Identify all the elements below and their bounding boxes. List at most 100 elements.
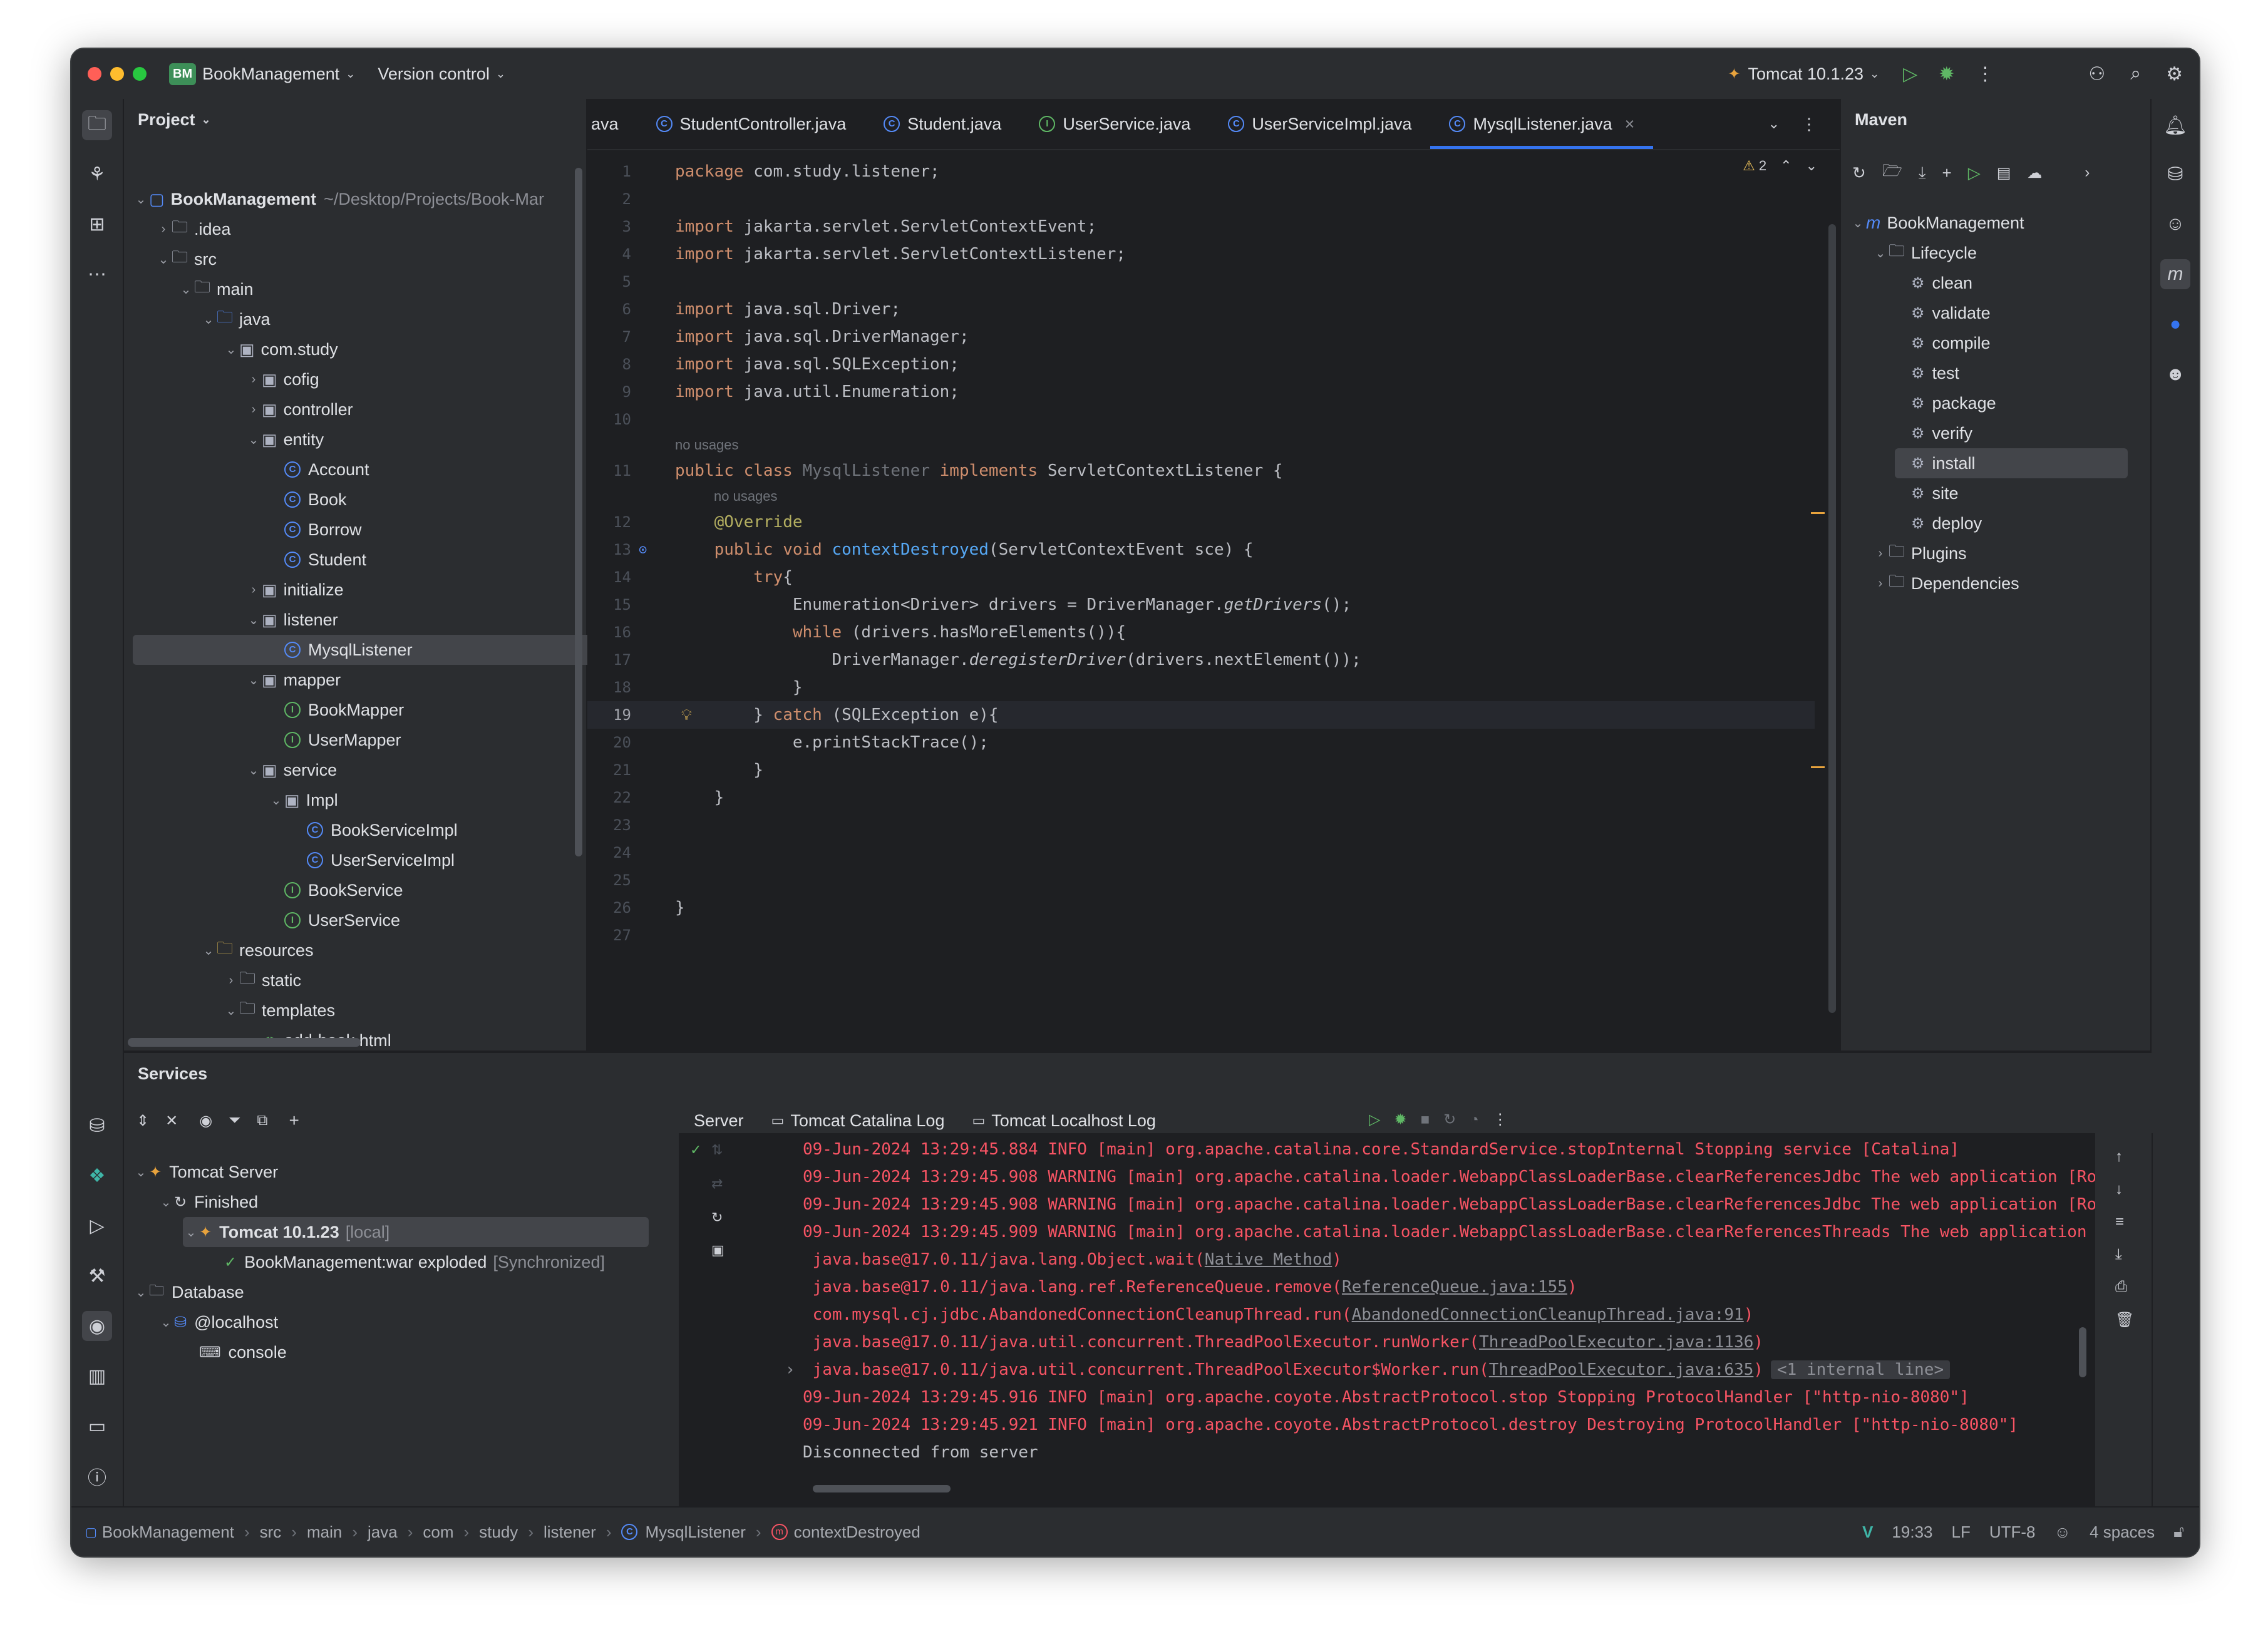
code-line[interactable]: 9 import java.util.Enumeration;: [587, 378, 1815, 406]
chevron-down-icon[interactable]: ⌄: [200, 312, 217, 327]
copilot-icon[interactable]: ☺: [2160, 209, 2190, 239]
code-hint[interactable]: no usages: [714, 485, 778, 508]
code-line[interactable]: 5: [587, 268, 1815, 295]
chevron-right-icon[interactable]: ›: [1872, 577, 1889, 591]
new-tab-icon[interactable]: ⧉: [257, 1112, 267, 1129]
code-line[interactable]: 16 while (drivers.hasMoreElements()){: [587, 619, 1815, 646]
editor-scrollbar[interactable]: [1828, 224, 1836, 1013]
project-switcher[interactable]: BM BookManagement ⌄: [169, 63, 355, 85]
tree-item[interactable]: › ▣ initialize: [245, 575, 344, 605]
expand-fold-icon[interactable]: ›: [785, 1360, 795, 1379]
log-line[interactable]: java.base@17.0.11/java.lang.ref.Referenc…: [733, 1273, 1577, 1301]
maven-goal[interactable]: ⚙ verify: [1895, 418, 1972, 448]
chevron-down-icon[interactable]: ⌄: [133, 192, 149, 207]
tree-item[interactable]: ⌄ ▣ entity: [245, 424, 324, 455]
vertical-scrollbar[interactable]: [575, 168, 582, 856]
maven-node[interactable]: › 🗀︎ Dependencies: [1872, 568, 2019, 598]
deploy-icon[interactable]: ⇅: [711, 1142, 723, 1158]
code-line[interactable]: 13 public void contextDestroyed(ServletC…: [587, 536, 1815, 563]
stop-icon[interactable]: ■: [1421, 1111, 1430, 1129]
expand-all-icon[interactable]: ⇕: [137, 1112, 149, 1130]
download-icon[interactable]: ⤓: [1919, 163, 1926, 183]
code-line[interactable]: 4 import jakarta.servlet.ServletContextLi…: [587, 240, 1815, 268]
terminal-tool-icon[interactable]: ▭: [82, 1411, 112, 1441]
run-server-icon[interactable]: ▷: [1369, 1111, 1380, 1129]
chevron-right-icon[interactable]: ›: [223, 973, 239, 988]
soft-wrap-icon[interactable]: ≡: [2115, 1213, 2124, 1231]
open-log-icon[interactable]: ▣: [711, 1242, 724, 1258]
maven-goal[interactable]: ⚙ install: [1895, 448, 2128, 478]
project-tool-icon[interactable]: 🗀: [82, 110, 112, 140]
build-tool-icon[interactable]: ⚒: [82, 1261, 112, 1291]
view-options-icon[interactable]: ◉: [199, 1112, 212, 1130]
chevron-down-icon[interactable]: ⌄: [245, 612, 262, 628]
usage-hint[interactable]: no usages: [675, 437, 739, 453]
log-line[interactable]: Disconnected from server: [733, 1439, 1038, 1466]
problems-tool-icon[interactable]: ⓘ: [82, 1461, 112, 1491]
code-line[interactable]: 26}: [587, 894, 1815, 922]
code-line[interactable]: 12 @Override: [587, 508, 1815, 536]
tree-item[interactable]: C UserServiceImpl: [291, 845, 455, 875]
tree-item[interactable]: ⌄ ▢ BookManagement ~/Desktop/Projects/Book-…: [133, 184, 544, 214]
maven-goal[interactable]: ⚙ clean: [1895, 268, 1972, 298]
code-hint[interactable]: no usages: [675, 433, 739, 457]
tree-item[interactable]: C Account: [268, 455, 369, 485]
add-service-icon[interactable]: +: [289, 1111, 299, 1131]
code-line[interactable]: 19 } catch (SQLException e){💡︎: [587, 701, 1815, 729]
run-maven-icon[interactable]: ▷: [1968, 163, 1981, 183]
tree-item[interactable]: ⌄ 🗀︎ main: [178, 274, 254, 304]
gpt-icon[interactable]: ☻: [2160, 359, 2190, 389]
breadcrumb-item[interactable]: listener: [544, 1523, 596, 1542]
scroll-to-end-icon[interactable]: ⤓: [2115, 1246, 2122, 1263]
breadcrumb-item[interactable]: study: [479, 1523, 518, 1542]
tree-item[interactable]: ⌄ ▣ listener: [245, 605, 338, 635]
plugin-tool-icon[interactable]: ❖: [82, 1161, 112, 1191]
warning-stripe[interactable]: [1811, 512, 1825, 514]
breadcrumb-item[interactable]: java: [368, 1523, 398, 1542]
reload-icon[interactable]: ↻: [1852, 163, 1866, 183]
more-icon[interactable]: ⋮: [1493, 1111, 1508, 1129]
code-line[interactable]: 15 Enumeration<Driver> drivers = DriverM…: [587, 591, 1815, 619]
code-line[interactable]: 18 }: [587, 674, 1815, 701]
code-line[interactable]: 8 import java.sql.SQLException;: [587, 351, 1815, 378]
maven-goal[interactable]: ⚙ deploy: [1895, 508, 1982, 538]
settings-icon[interactable]: ⚙: [2166, 63, 2183, 85]
more-icon[interactable]: ⋮: [1976, 63, 1994, 85]
tree-item[interactable]: ⌄ ▣ mapper: [245, 665, 341, 695]
chevron-down-icon[interactable]: ⌄: [223, 342, 239, 357]
code-line[interactable]: 25: [587, 866, 1815, 894]
clear-all-icon[interactable]: 🗑︎: [2115, 1311, 2134, 1329]
chevron-down-icon[interactable]: ⌄: [268, 793, 284, 808]
restart-icon[interactable]: ↻: [1443, 1111, 1456, 1129]
console-output[interactable]: 09-Jun-2024 13:29:45.884 INFO [main] org…: [733, 1133, 2153, 1508]
search-icon[interactable]: ⌕: [2130, 63, 2141, 85]
services-tool-icon[interactable]: ◉: [82, 1311, 112, 1341]
maven-goal[interactable]: ⚙ compile: [1895, 328, 1991, 358]
tree-item[interactable]: ⌄ 🗀︎ java: [200, 304, 271, 334]
commit-tool-icon[interactable]: ⚘: [82, 159, 112, 189]
tab-more-icon[interactable]: ⋮: [1801, 115, 1817, 134]
chevron-down-icon[interactable]: ⌄: [223, 1003, 239, 1019]
code-line[interactable]: 1 package com.study.listener;: [587, 158, 1815, 185]
tab-studentcontroller-java[interactable]: C StudentController.java: [637, 99, 865, 149]
chevron-down-icon[interactable]: ⌄: [245, 432, 262, 448]
maven-goal[interactable]: ⚙ site: [1895, 478, 1959, 508]
scroll-down-icon[interactable]: ↓: [2115, 1181, 2123, 1198]
stack-trace-link[interactable]: ThreadPoolExecutor.java:635: [1489, 1360, 1754, 1379]
chevron-down-icon[interactable]: ⌄: [183, 1225, 199, 1240]
filter-icon[interactable]: ⏷: [229, 1112, 240, 1129]
breadcrumb-item[interactable]: main: [307, 1523, 342, 1542]
service-node[interactable]: ⌄ ✦ Tomcat 10.1.23 [local]: [183, 1217, 649, 1247]
collapse-all-icon[interactable]: ✕: [165, 1112, 178, 1130]
vcs-menu[interactable]: Version control ⌄: [378, 64, 505, 84]
expand-toolbar-icon[interactable]: ›: [2085, 164, 2090, 182]
refresh-icon[interactable]: ↻: [711, 1210, 723, 1226]
minimize-window-button[interactable]: [110, 67, 124, 81]
undeploy-icon[interactable]: ⇄: [711, 1176, 723, 1192]
chevron-down-icon[interactable]: ⌄: [178, 282, 194, 297]
folded-lines[interactable]: <1 internal line>: [1771, 1360, 1951, 1379]
more-tools-icon[interactable]: ⋯: [82, 259, 112, 289]
tree-item[interactable]: C BookServiceImpl: [291, 815, 458, 845]
usage-hint[interactable]: no usages: [714, 488, 778, 505]
scroll-up-icon[interactable]: ↑: [2115, 1148, 2123, 1166]
